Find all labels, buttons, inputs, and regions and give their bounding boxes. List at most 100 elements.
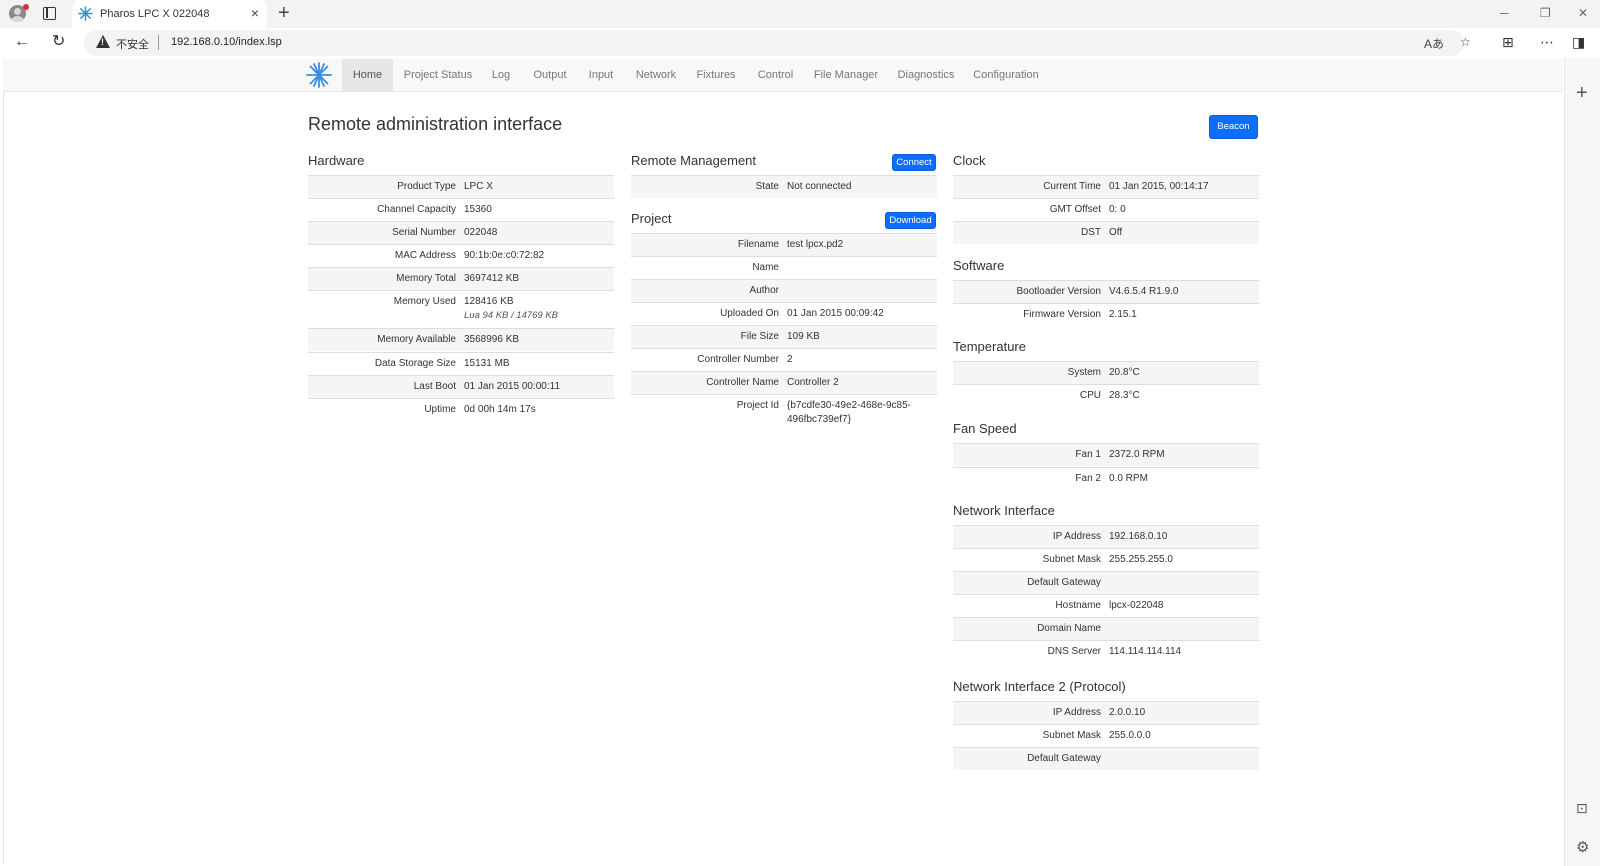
close-tab-icon[interactable]: ×	[251, 6, 259, 20]
row-value: Controller 2	[787, 377, 839, 388]
row-key: CPU	[1079, 390, 1101, 401]
project-title: Project	[631, 211, 672, 226]
screenshot-icon[interactable]: ⊡	[1576, 800, 1588, 817]
temperature-row: CPU 28.3°C	[953, 384, 1259, 407]
favorite-star-icon[interactable]: ☆	[1460, 35, 1471, 49]
row-key: Hostname	[1055, 600, 1101, 611]
nav-fixtures[interactable]: Fixtures	[690, 59, 742, 92]
row-key: Fan 1	[1075, 449, 1101, 460]
fan-row: Fan 2 0.0 RPM	[953, 467, 1259, 490]
new-tab-icon[interactable]: +	[278, 3, 290, 23]
hardware-row: Memory Used 128416 KB Lua 94 KB / 14769 …	[308, 290, 614, 328]
row-key: Name	[752, 262, 779, 273]
network-row: Domain Name	[953, 617, 1259, 640]
more-menu-icon[interactable]: ⋯	[1540, 33, 1554, 51]
row-value: LPC X	[464, 181, 493, 192]
row-value: 2.15.1	[1109, 309, 1137, 320]
close-window-icon[interactable]: ✕	[1578, 6, 1588, 20]
row-key: System	[1067, 367, 1101, 378]
settings-gear-icon[interactable]: ⚙	[1576, 838, 1589, 856]
url-text[interactable]: 192.168.0.10/index.lsp	[171, 36, 282, 48]
browser-tab[interactable]: Pharos LPC X 022048 ×	[72, 0, 267, 28]
row-key: MAC Address	[394, 250, 456, 261]
back-arrow-icon[interactable]: ←	[14, 33, 30, 51]
add-side-app-icon[interactable]: +	[1576, 82, 1588, 105]
row-key: Serial Number	[392, 227, 456, 238]
row-key: Domain Name	[1037, 623, 1101, 634]
pharos-favicon-icon	[78, 6, 93, 21]
network2-row: Subnet Mask 255.0.0.0	[953, 724, 1259, 747]
extensions-icon[interactable]: ⊞	[1502, 33, 1514, 51]
row-subvalue: 496fbc739ef7}	[787, 414, 851, 425]
row-value: 255.255.255.0	[1109, 554, 1173, 565]
hardware-row: Uptime 0d 00h 14m 17s	[308, 398, 614, 421]
row-key: Controller Name	[706, 377, 779, 388]
row-key: File Size	[740, 331, 779, 342]
row-key: Author	[749, 285, 779, 296]
connect-button[interactable]: Connect	[892, 154, 936, 171]
tab-actions-icon[interactable]	[43, 7, 56, 20]
nav-input[interactable]: Input	[582, 59, 620, 92]
row-key: Subnet Mask	[1042, 730, 1101, 741]
nav-log[interactable]: Log	[485, 59, 517, 92]
refresh-icon[interactable]: ↻	[52, 33, 65, 51]
nav-network[interactable]: Network	[629, 59, 683, 92]
clock-row: Current Time 01 Jan 2015, 00:14:17	[953, 175, 1259, 198]
hardware-row: Memory Total 3697412 KB	[308, 267, 614, 290]
row-value: 255.0.0.0	[1109, 730, 1151, 741]
row-value: 3568996 KB	[464, 334, 520, 345]
row-key: DNS Server	[1047, 646, 1101, 657]
nav-output[interactable]: Output	[526, 59, 574, 92]
project-row: Filename test lpcx.pd2	[631, 233, 937, 256]
hardware-row: Channel Capacity 15360	[308, 198, 614, 221]
download-button[interactable]: Download	[885, 212, 936, 229]
sidebar-toggle-icon[interactable]: ◨	[1572, 33, 1585, 51]
network-row: IP Address 192.168.0.10	[953, 525, 1259, 548]
row-key: Filename	[737, 239, 779, 250]
remote-row: State Not connected	[631, 175, 937, 198]
row-value: 2372.0 RPM	[1109, 449, 1165, 460]
url-field[interactable]: 不安全 192.168.0.10/index.lsp Aあ ☆	[84, 30, 1471, 56]
row-key: Subnet Mask	[1042, 554, 1101, 565]
minimize-icon[interactable]: ─	[1500, 6, 1509, 20]
row-value: 01 Jan 2015 00:09:42	[787, 308, 884, 319]
temperature-row: System 20.8°C	[953, 361, 1259, 384]
row-key: Default Gateway	[1027, 753, 1101, 764]
row-value: 01 Jan 2015 00:00:11	[464, 381, 561, 392]
row-key: Project Id	[736, 400, 779, 411]
row-value: 20.8°C	[1109, 367, 1140, 378]
project-row: Uploaded On 01 Jan 2015 00:09:42	[631, 302, 937, 325]
row-key: Memory Total	[396, 273, 456, 284]
row-key: Current Time	[1043, 181, 1101, 192]
hardware-row: Last Boot 01 Jan 2015 00:00:11	[308, 375, 614, 398]
restore-icon[interactable]: ❐	[1540, 6, 1551, 20]
nav-diagnostics[interactable]: Diagnostics	[893, 59, 959, 92]
tab-title: Pharos LPC X 022048	[100, 8, 210, 20]
pharos-logo-icon[interactable]	[306, 62, 332, 88]
project-row: Project Id {b7cdfe30-49e2-468e-9c85- 496…	[631, 394, 937, 432]
network2-row: Default Gateway	[953, 747, 1259, 770]
row-value: 01 Jan 2015, 00:14:17	[1109, 181, 1209, 192]
nav-home[interactable]: Home	[342, 59, 393, 92]
row-value: 2.0.0.10	[1109, 707, 1146, 718]
row-key: Data Storage Size	[374, 358, 456, 369]
row-value: 90:1b:0e:c0:72:82	[464, 250, 545, 261]
row-key: IP Address	[1052, 531, 1101, 542]
row-value: 0: 0	[1109, 204, 1126, 215]
network-interface-2-title: Network Interface 2 (Protocol)	[953, 679, 1126, 694]
software-row: Firmware Version 2.15.1	[953, 303, 1259, 326]
row-value: 0d 00h 14m 17s	[464, 404, 536, 415]
nav-project-status[interactable]: Project Status	[399, 59, 477, 92]
read-aloud-icon[interactable]: Aあ	[1424, 35, 1444, 52]
network-row: DNS Server 114.114.114.114	[953, 640, 1259, 663]
row-key: Channel Capacity	[377, 204, 456, 215]
nav-control[interactable]: Control	[752, 59, 799, 92]
hardware-row: Product Type LPC X	[308, 175, 614, 198]
nav-configuration[interactable]: Configuration	[968, 59, 1044, 92]
row-value: 022048	[464, 227, 498, 238]
row-key: Memory Available	[377, 334, 456, 345]
row-value: 192.168.0.10	[1109, 531, 1168, 542]
beacon-button[interactable]: Beacon	[1209, 115, 1258, 139]
nav-file-manager[interactable]: File Manager	[808, 59, 884, 92]
hardware-row: Data Storage Size 15131 MB	[308, 352, 614, 375]
